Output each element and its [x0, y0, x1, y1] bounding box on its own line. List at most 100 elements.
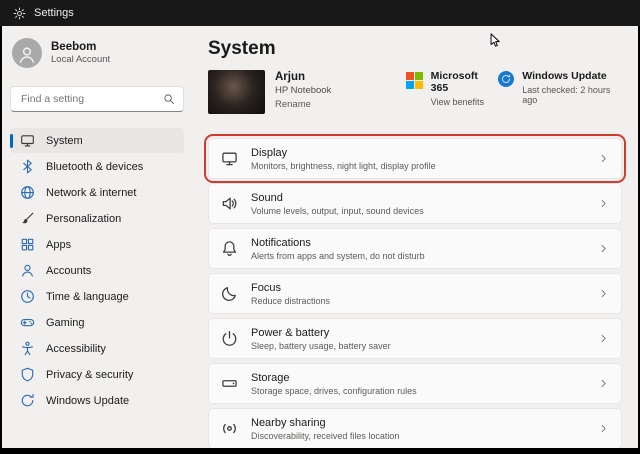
main-content: System Arjun HP Notebook Rename Microsof…	[192, 26, 638, 448]
sidebar-nav: System Bluetooth & devices Network & int…	[10, 128, 184, 413]
network-icon	[20, 185, 35, 200]
chevron-right-icon	[598, 198, 609, 209]
settings-row-sound[interactable]: Sound Volume levels, output, input, soun…	[208, 183, 622, 224]
accounts-icon	[20, 263, 35, 278]
device-card: Arjun HP Notebook Rename	[208, 70, 406, 114]
display-icon	[221, 150, 238, 167]
sidebar-item-label: Network & internet	[46, 186, 137, 199]
bluetooth-icon	[20, 159, 35, 174]
device-model: HP Notebook	[275, 85, 332, 96]
storage-icon	[221, 375, 238, 392]
notifications-icon	[221, 240, 238, 257]
row-title: Sound	[251, 191, 283, 204]
sidebar-item-label: Privacy & security	[46, 368, 134, 381]
row-title: Power & battery	[251, 326, 330, 339]
chevron-right-icon	[598, 378, 609, 389]
row-title: Nearby sharing	[251, 416, 326, 429]
user-account-block[interactable]: Beebom Local Account	[10, 36, 184, 68]
row-title: Display	[251, 146, 288, 159]
sidebar-item-label: Accessibility	[46, 342, 106, 355]
gear-icon	[13, 7, 26, 20]
windows-update-card[interactable]: Windows Update Last checked: 2 hours ago	[498, 70, 622, 105]
row-subtitle: Sleep, battery usage, battery saver	[251, 340, 391, 351]
user-account-type: Local Account	[51, 53, 111, 65]
windows-update-title: Windows Update	[522, 70, 607, 82]
personalization-icon	[20, 211, 35, 226]
settings-window: Beebom Local Account System Bluetooth & …	[2, 26, 638, 448]
selected-indicator	[10, 133, 13, 148]
ms365-title: Microsoft 365	[430, 70, 478, 94]
settings-row-nearby-sharing[interactable]: Nearby sharing Discoverability, received…	[208, 408, 622, 448]
chevron-right-icon	[598, 423, 609, 434]
sidebar-item-gaming[interactable]: Gaming	[10, 310, 184, 335]
sidebar-item-apps[interactable]: Apps	[10, 232, 184, 257]
page-title: System	[208, 38, 276, 59]
windows-update-last-checked: Last checked: 2 hours ago	[522, 85, 611, 105]
sidebar-item-label: Windows Update	[46, 394, 130, 407]
sidebar-item-time-language[interactable]: Time & language	[10, 284, 184, 309]
sidebar-item-bluetooth-devices[interactable]: Bluetooth & devices	[10, 154, 184, 179]
sidebar-item-label: Accounts	[46, 264, 92, 277]
settings-rows: Display Monitors, brightness, night ligh…	[204, 134, 626, 448]
sidebar-item-label: Bluetooth & devices	[46, 160, 144, 173]
row-title: Focus	[251, 281, 281, 294]
sidebar-item-system[interactable]: System	[10, 128, 184, 153]
sidebar-item-label: Apps	[46, 238, 72, 251]
sidebar-item-windows-update[interactable]: Windows Update	[10, 388, 184, 413]
row-subtitle: Discoverability, received files location	[251, 430, 400, 441]
user-name: Beebom	[51, 40, 97, 53]
search-icon	[163, 93, 175, 105]
person-icon	[17, 45, 37, 65]
chevron-right-icon	[598, 153, 609, 164]
search-box[interactable]	[10, 86, 184, 112]
row-subtitle: Reduce distractions	[251, 295, 331, 306]
sidebar-item-accounts[interactable]: Accounts	[10, 258, 184, 283]
sidebar-item-label: Gaming	[46, 316, 85, 329]
mouse-cursor	[490, 33, 500, 47]
settings-row-focus[interactable]: Focus Reduce distractions	[208, 273, 622, 314]
apps-icon	[20, 237, 35, 252]
row-subtitle: Monitors, brightness, night light, displ…	[251, 160, 436, 171]
user-avatar	[12, 38, 42, 68]
row-subtitle: Alerts from apps and system, do not dist…	[251, 250, 425, 261]
sidebar: Beebom Local Account System Bluetooth & …	[2, 26, 192, 448]
settings-row-power-battery[interactable]: Power & battery Sleep, battery usage, ba…	[208, 318, 622, 359]
device-header-strip: Arjun HP Notebook Rename Microsoft 365 V…	[208, 70, 622, 114]
rename-button[interactable]: Rename	[275, 99, 331, 110]
ms365-view-benefits-link[interactable]: View benefits	[431, 97, 499, 107]
chevron-right-icon	[598, 333, 609, 344]
power-icon	[221, 330, 238, 347]
microsoft-365-card[interactable]: Microsoft 365 View benefits	[405, 70, 499, 107]
device-name: Arjun	[275, 71, 306, 83]
sidebar-item-personalization[interactable]: Personalization	[10, 206, 184, 231]
sidebar-item-privacy-security[interactable]: Privacy & security	[10, 362, 184, 387]
settings-row-storage[interactable]: Storage Storage space, drives, configura…	[208, 363, 622, 404]
system-icon	[20, 133, 35, 148]
search-input[interactable]	[19, 92, 163, 106]
row-title: Storage	[251, 371, 290, 384]
device-thumbnail-image	[208, 70, 265, 114]
window-title: Settings	[34, 7, 74, 19]
gaming-icon	[20, 315, 35, 330]
settings-row-display[interactable]: Display Monitors, brightness, night ligh…	[204, 134, 626, 183]
sidebar-item-label: Personalization	[46, 212, 122, 225]
time-language-icon	[20, 289, 35, 304]
row-subtitle: Volume levels, output, input, sound devi…	[251, 205, 424, 216]
sidebar-item-label: Time & language	[46, 290, 129, 303]
sidebar-item-accessibility[interactable]: Accessibility	[10, 336, 184, 361]
sound-icon	[221, 195, 238, 212]
settings-row-notifications[interactable]: Notifications Alerts from apps and syste…	[208, 228, 622, 269]
privacy-icon	[20, 367, 35, 382]
row-subtitle: Storage space, drives, configuration rul…	[251, 385, 417, 396]
focus-icon	[221, 285, 238, 302]
chevron-right-icon	[598, 243, 609, 254]
window-titlebar: Settings	[0, 0, 640, 26]
sidebar-item-network-internet[interactable]: Network & internet	[10, 180, 184, 205]
chevron-right-icon	[598, 288, 609, 299]
windows-update-icon	[20, 393, 35, 408]
microsoft-logo-icon	[405, 72, 423, 89]
sidebar-item-label: System	[46, 134, 83, 147]
accessibility-icon	[20, 341, 35, 356]
row-title: Notifications	[251, 236, 311, 249]
windows-update-status-icon	[498, 71, 515, 87]
